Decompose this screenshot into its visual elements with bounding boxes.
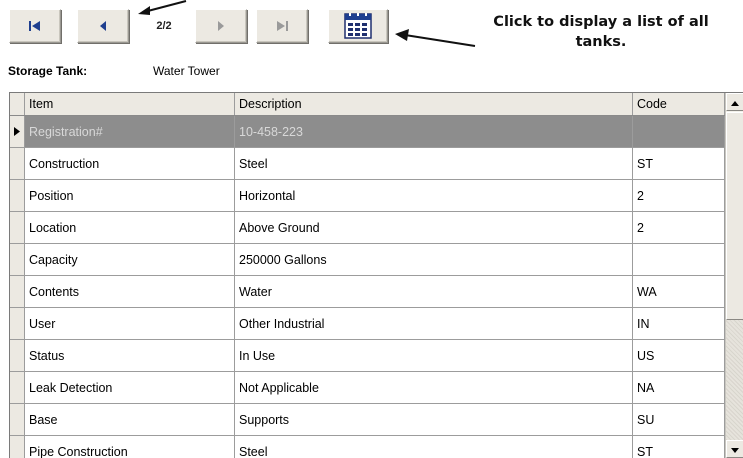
cell-item[interactable]: Location	[25, 212, 235, 243]
row-selector[interactable]	[10, 308, 25, 339]
skip-to-first-icon	[28, 20, 42, 32]
row-selector[interactable]	[10, 340, 25, 371]
previous-record-button[interactable]	[77, 9, 129, 43]
scroll-track[interactable]	[726, 320, 743, 440]
table-row[interactable]: Construction Steel ST	[10, 148, 725, 180]
next-record-button[interactable]	[195, 9, 247, 43]
cell-item[interactable]: Construction	[25, 148, 235, 179]
tank-details-grid[interactable]: Item Description Code Registration# 10-45…	[9, 92, 743, 458]
row-selector[interactable]	[10, 404, 25, 435]
scroll-up-button[interactable]	[726, 93, 743, 111]
cell-item[interactable]: Contents	[25, 276, 235, 307]
scroll-down-arrow-icon	[731, 442, 739, 456]
column-header-code[interactable]: Code	[633, 93, 725, 115]
table-row[interactable]: Registration# 10-458-223	[10, 116, 725, 148]
row-selector[interactable]	[10, 148, 25, 179]
cell-code[interactable]: WA	[633, 276, 725, 307]
next-icon	[216, 20, 226, 32]
record-counter: 2/2	[156, 20, 172, 32]
scroll-up-arrow-icon	[731, 95, 739, 109]
cell-item[interactable]: Base	[25, 404, 235, 435]
cell-item[interactable]: Leak Detection	[25, 372, 235, 403]
last-record-button[interactable]	[256, 9, 308, 43]
annotation-text: Click to display a list of all tanks.	[493, 14, 709, 50]
annotation-arrow-icon	[395, 29, 476, 47]
cell-code[interactable]: ST	[633, 148, 725, 179]
cell-code[interactable]	[633, 244, 725, 275]
storage-tank-label: Storage Tank:	[8, 64, 88, 78]
scroll-down-button[interactable]	[726, 440, 743, 458]
first-record-button[interactable]	[9, 9, 61, 43]
cell-description[interactable]: In Use	[235, 340, 633, 371]
cell-description[interactable]: 10-458-223	[235, 116, 633, 147]
current-row-icon	[14, 125, 20, 139]
table-row[interactable]: Leak Detection Not Applicable NA	[10, 372, 725, 404]
cell-code[interactable]: 2	[633, 180, 725, 211]
table-row[interactable]: Status In Use US	[10, 340, 725, 372]
row-selector[interactable]	[10, 180, 25, 211]
cell-description[interactable]: Steel	[235, 436, 633, 458]
column-header-description[interactable]: Description	[235, 93, 633, 115]
cell-code[interactable]: US	[633, 340, 725, 371]
annotation-arrow-icon	[138, 0, 187, 15]
row-selector[interactable]	[10, 372, 25, 403]
cell-item[interactable]: User	[25, 308, 235, 339]
cell-code[interactable]: IN	[633, 308, 725, 339]
cell-code[interactable]: NA	[633, 372, 725, 403]
list-calendar-icon	[344, 13, 372, 39]
table-row[interactable]: User Other Industrial IN	[10, 308, 725, 340]
cell-description[interactable]: Water	[235, 276, 633, 307]
table-row[interactable]: Capacity 250000 Gallons	[10, 244, 725, 276]
cell-code[interactable]: 2	[633, 212, 725, 243]
skip-to-last-icon	[275, 20, 289, 32]
table-row[interactable]: Base Supports SU	[10, 404, 725, 436]
cell-description[interactable]: Horizontal	[235, 180, 633, 211]
vertical-scrollbar[interactable]	[725, 93, 743, 458]
row-selector[interactable]	[10, 244, 25, 275]
row-selector[interactable]	[10, 212, 25, 243]
cell-item[interactable]: Pipe Construction	[25, 436, 235, 458]
cell-item[interactable]: Position	[25, 180, 235, 211]
row-selector[interactable]	[10, 116, 25, 147]
cell-description[interactable]: Not Applicable	[235, 372, 633, 403]
cell-code[interactable]	[633, 116, 725, 147]
scroll-thumb[interactable]	[726, 112, 743, 320]
cell-item[interactable]: Status	[25, 340, 235, 371]
cell-code[interactable]: ST	[633, 436, 725, 458]
cell-description[interactable]: Other Industrial	[235, 308, 633, 339]
cell-description[interactable]: Steel	[235, 148, 633, 179]
table-row[interactable]: Contents Water WA	[10, 276, 725, 308]
column-header-item[interactable]: Item	[25, 93, 235, 115]
table-row[interactable]: Pipe Construction Steel ST	[10, 436, 725, 458]
row-selector[interactable]	[10, 276, 25, 307]
storage-tank-value: Water Tower	[153, 64, 220, 78]
list-tanks-button[interactable]	[328, 9, 388, 43]
table-row[interactable]: Location Above Ground 2	[10, 212, 725, 244]
table-row[interactable]: Position Horizontal 2	[10, 180, 725, 212]
cell-description[interactable]: Supports	[235, 404, 633, 435]
cell-description[interactable]: 250000 Gallons	[235, 244, 633, 275]
cell-code[interactable]: SU	[633, 404, 725, 435]
cell-item[interactable]: Registration#	[25, 116, 235, 147]
row-selector[interactable]	[10, 436, 25, 458]
previous-icon	[98, 20, 108, 32]
header-corner	[10, 93, 25, 115]
cell-description[interactable]: Above Ground	[235, 212, 633, 243]
cell-item[interactable]: Capacity	[25, 244, 235, 275]
grid-header: Item Description Code	[10, 93, 725, 116]
